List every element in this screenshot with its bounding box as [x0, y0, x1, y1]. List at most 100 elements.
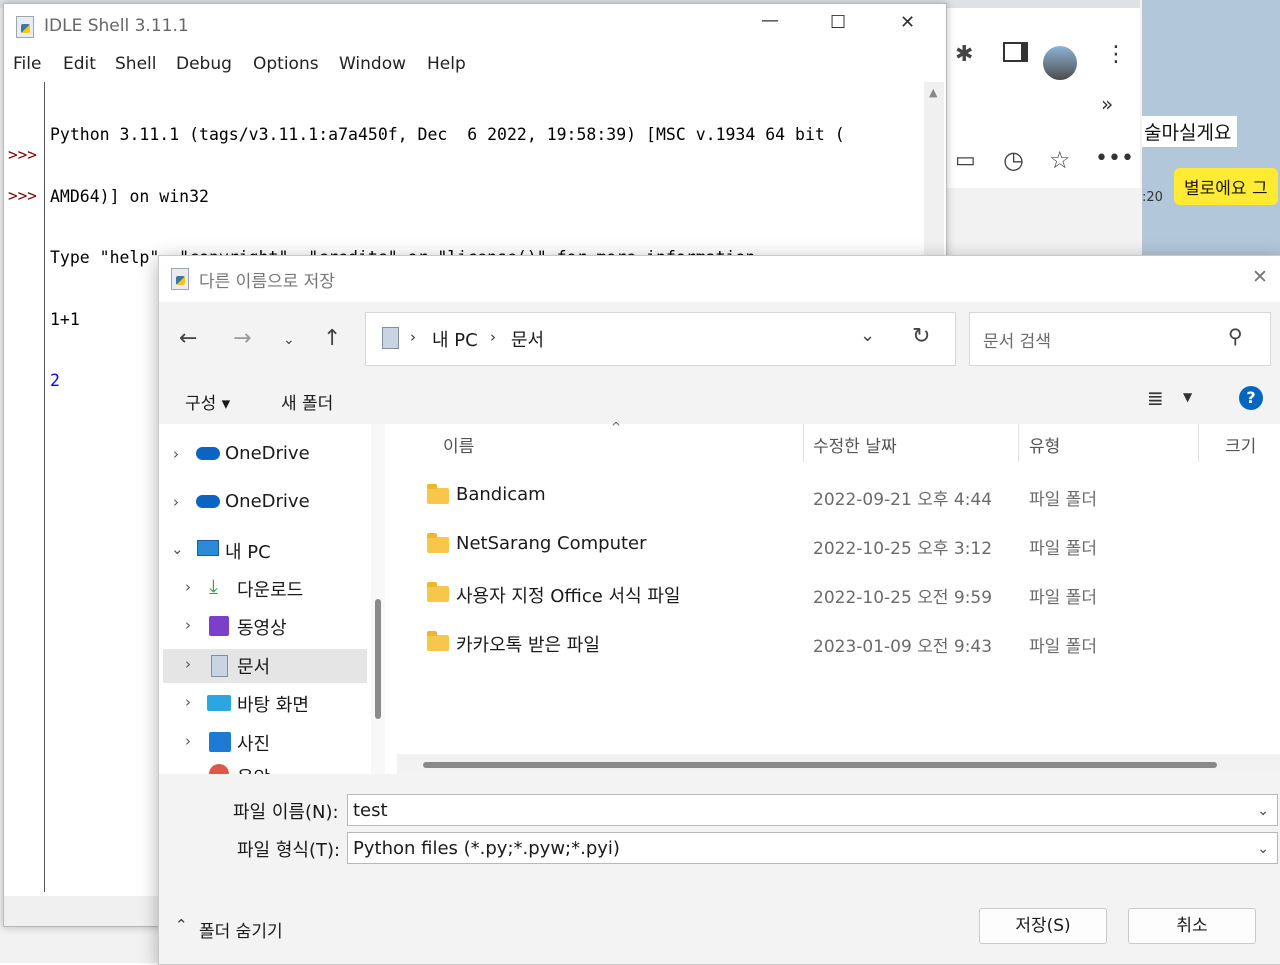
- nav-item-this-pc[interactable]: ⌄ 내 PC: [159, 534, 371, 568]
- column-divider[interactable]: [1018, 424, 1019, 462]
- file-row[interactable]: 사용자 지정 Office 서식 파일 2022-10-25 오전 9:59 파…: [397, 576, 1280, 616]
- file-name: 카카오톡 받은 파일: [456, 635, 600, 656]
- organize-button[interactable]: 구성 ▾: [185, 389, 230, 414]
- dialog-navigation-bar: ← → ⌄ ↑ › 내 PC › 문서 ⌄ ↻ 문서 검색 ⚲: [159, 302, 1280, 378]
- chevron-down-icon[interactable]: ⌄: [1257, 795, 1269, 827]
- nav-item-music[interactable]: › 음악: [159, 764, 371, 774]
- close-button[interactable]: ✕: [900, 12, 915, 33]
- navigation-scrollbar[interactable]: [371, 424, 385, 774]
- chevron-right-icon[interactable]: ›: [185, 770, 191, 774]
- refresh-icon[interactable]: ↻: [912, 324, 930, 349]
- menu-file[interactable]: File: [13, 54, 41, 74]
- nav-item-label: 음악: [237, 764, 270, 774]
- nav-item-videos[interactable]: › 동영상: [159, 610, 371, 644]
- history-icon[interactable]: ◷: [1003, 146, 1024, 174]
- file-row[interactable]: Bandicam 2022-09-21 오후 4:44 파일 폴더: [397, 478, 1280, 518]
- column-header-date[interactable]: 수정한 날짜: [813, 432, 897, 457]
- dialog-title-bar[interactable]: 다른 이름으로 저장 ✕: [159, 256, 1280, 302]
- address-dropdown-chevron-icon[interactable]: ⌄: [860, 325, 875, 346]
- menu-help[interactable]: Help: [427, 54, 466, 74]
- chevron-right-icon[interactable]: ›: [173, 445, 179, 463]
- file-type: 파일 폴더: [1029, 588, 1097, 608]
- back-arrow-icon[interactable]: ←: [179, 326, 197, 351]
- horizontal-scrollbar[interactable]: [397, 754, 1280, 774]
- chevron-down-icon[interactable]: ⌄: [171, 540, 184, 558]
- cancel-button[interactable]: 취소: [1128, 908, 1256, 944]
- avatar[interactable]: [1043, 46, 1077, 80]
- column-header-size[interactable]: 크기: [1225, 432, 1256, 457]
- folder-icon: [427, 484, 449, 504]
- minimize-button[interactable]: —: [761, 10, 779, 31]
- menu-edit[interactable]: Edit: [63, 54, 96, 74]
- column-header-type[interactable]: 유형: [1029, 432, 1060, 457]
- nav-item-pictures[interactable]: › 사진: [159, 726, 371, 760]
- chevron-right-icon[interactable]: ›: [185, 732, 191, 750]
- save-as-dialog: 다른 이름으로 저장 ✕ ← → ⌄ ↑ › 내 PC › 문서 ⌄ ↻ 문서 …: [158, 255, 1280, 965]
- chevron-right-icon[interactable]: ›: [185, 578, 191, 596]
- column-divider[interactable]: [803, 424, 804, 462]
- music-icon: [209, 764, 229, 774]
- more-menu-icon[interactable]: ⋮: [1105, 42, 1127, 67]
- nav-item-onedrive[interactable]: › OneDrive: [159, 487, 371, 521]
- filename-value: test: [353, 800, 388, 821]
- menu-options[interactable]: Options: [253, 54, 319, 74]
- view-options-icon[interactable]: ≣: [1147, 386, 1164, 410]
- shell-output-line: Python 3.11.1 (tags/v3.11.1:a7a450f, Dec…: [50, 125, 845, 144]
- menu-shell[interactable]: Shell: [115, 54, 156, 74]
- scrollbar-thumb[interactable]: [423, 762, 1217, 768]
- breadcrumb-this-pc[interactable]: 내 PC: [432, 326, 478, 352]
- filetype-select[interactable]: Python files (*.py;*.pyw;*.pyi) ⌄: [347, 832, 1278, 864]
- shell-prompt-gutter: >>> >>>: [4, 82, 45, 892]
- scroll-up-arrow-icon[interactable]: ▲: [929, 86, 937, 99]
- extensions-icon[interactable]: ✱: [955, 42, 973, 67]
- more-horizontal-icon[interactable]: •••: [1095, 146, 1134, 171]
- comment-icon[interactable]: ▭: [955, 148, 976, 173]
- idle-title-bar[interactable]: IDLE Shell 3.11.1 — ☐ ✕: [4, 4, 946, 48]
- dialog-close-button[interactable]: ✕: [1252, 266, 1268, 288]
- folder-icon: [427, 533, 449, 553]
- chevron-right-icon[interactable]: ›: [185, 616, 191, 634]
- forward-arrow-icon[interactable]: →: [233, 326, 251, 351]
- up-arrow-icon[interactable]: ↑: [323, 326, 341, 351]
- side-panel-icon[interactable]: [1003, 42, 1028, 62]
- chevron-right-icon[interactable]: ›: [173, 493, 179, 511]
- file-name: NetSarang Computer: [456, 533, 647, 554]
- save-button[interactable]: 저장(S): [979, 908, 1107, 944]
- chevron-right-icon[interactable]: ›: [185, 655, 191, 673]
- menu-debug[interactable]: Debug: [176, 54, 232, 74]
- nav-item-desktop[interactable]: › 바탕 화면: [159, 687, 371, 721]
- search-input[interactable]: 문서 검색: [983, 327, 1051, 352]
- view-dropdown-icon[interactable]: ▼: [1183, 390, 1192, 404]
- file-row[interactable]: NetSarang Computer 2022-10-25 오후 3:12 파일…: [397, 527, 1280, 567]
- file-date: 2022-10-25 오후 3:12: [813, 539, 993, 559]
- cloud-icon: [196, 447, 220, 460]
- desktop-icon: [207, 695, 231, 711]
- star-icon[interactable]: ☆: [1049, 146, 1071, 174]
- video-icon: [209, 616, 229, 636]
- address-bar[interactable]: › 내 PC › 문서 ⌄ ↻: [365, 312, 956, 366]
- hide-folders-button[interactable]: 폴더 숨기기: [199, 917, 283, 942]
- chevron-right-icon[interactable]: ›: [185, 693, 191, 711]
- python-file-icon: [16, 16, 34, 38]
- search-box[interactable]: 문서 검색 ⚲: [969, 312, 1271, 366]
- recent-locations-chevron-icon[interactable]: ⌄: [283, 332, 295, 348]
- chevron-down-icon[interactable]: ⌄: [1257, 833, 1269, 865]
- column-divider[interactable]: [1198, 424, 1199, 462]
- filename-field[interactable]: test ⌄: [347, 794, 1278, 826]
- nav-item-onedrive[interactable]: › OneDrive: [159, 439, 371, 473]
- help-button[interactable]: ?: [1239, 386, 1263, 410]
- scrollbar-thumb[interactable]: [375, 599, 381, 719]
- hide-folders-chevron-icon[interactable]: ⌃: [175, 916, 188, 934]
- maximize-button[interactable]: ☐: [830, 12, 846, 33]
- nav-item-documents[interactable]: › 문서: [163, 649, 367, 683]
- new-folder-button[interactable]: 새 폴더: [281, 389, 333, 414]
- more-chevron-icon[interactable]: »: [1101, 92, 1113, 116]
- menu-window[interactable]: Window: [339, 54, 406, 74]
- nav-item-downloads[interactable]: › ⤓ 다운로드: [159, 572, 371, 606]
- breadcrumb-documents[interactable]: 문서: [511, 326, 544, 352]
- file-row[interactable]: 카카오톡 받은 파일 2023-01-09 오전 9:43 파일 폴더: [397, 625, 1280, 665]
- column-header-name[interactable]: 이름: [443, 432, 474, 457]
- navigation-pane: › OneDrive › OneDrive ⌄ 내 PC › ⤓ 다운로드 ›: [159, 424, 371, 774]
- shell-prompt: >>>: [8, 186, 37, 205]
- search-icon[interactable]: ⚲: [1228, 324, 1243, 348]
